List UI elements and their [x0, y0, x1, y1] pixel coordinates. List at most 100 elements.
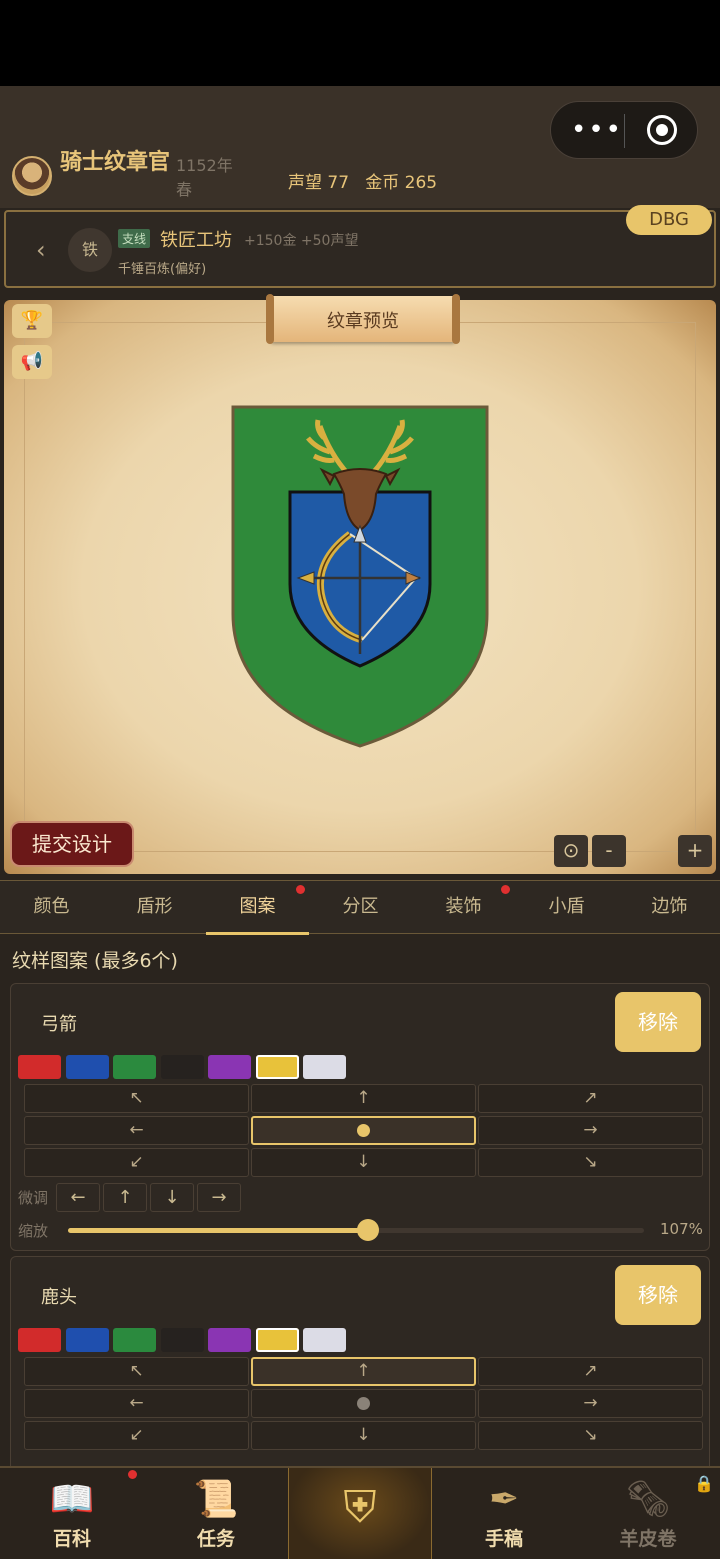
- color-swatch[interactable]: [255, 1055, 299, 1079]
- center-target-icon[interactable]: ⊙: [554, 835, 588, 867]
- chevron-left-icon[interactable]: ‹: [36, 236, 46, 264]
- position-right-button[interactable]: →: [478, 1116, 703, 1145]
- tab-shield-shape[interactable]: 盾形: [103, 881, 206, 935]
- color-swatch[interactable]: [160, 1055, 204, 1079]
- nudge-down-button[interactable]: ↓: [150, 1183, 194, 1212]
- scale-slider-handle[interactable]: [356, 1219, 379, 1241]
- position-right-button[interactable]: →: [478, 1389, 703, 1418]
- tab-border[interactable]: 边饰: [618, 881, 720, 935]
- status-bar: [0, 0, 720, 86]
- tab-inescutcheon[interactable]: 小盾: [515, 881, 618, 935]
- color-swatch[interactable]: [160, 1328, 204, 1352]
- color-swatch[interactable]: [303, 1328, 346, 1352]
- nudge-up-button[interactable]: ↑: [103, 1183, 147, 1212]
- nav-label: 羊皮卷: [619, 1528, 677, 1550]
- position-bottom-left-button[interactable]: ↙: [24, 1148, 249, 1177]
- position-bottom-right-button[interactable]: ↘: [478, 1421, 703, 1450]
- position-top-button[interactable]: ↑: [251, 1084, 476, 1113]
- tab-divisions[interactable]: 分区: [309, 881, 412, 935]
- nudge-label: 微调: [18, 1189, 49, 1207]
- tab-color[interactable]: 颜色: [0, 881, 103, 935]
- position-top-left-button[interactable]: ↖: [24, 1357, 249, 1386]
- tab-ornaments[interactable]: 装饰: [412, 881, 515, 935]
- remove-charge-button[interactable]: 移除: [615, 1265, 701, 1325]
- submit-design-button[interactable]: 提交设计: [10, 821, 134, 867]
- position-bottom-right-button[interactable]: ↘: [478, 1148, 703, 1177]
- charge-name: 鹿头: [41, 1287, 77, 1308]
- scale-slider[interactable]: [68, 1219, 644, 1241]
- nav-encyclopedia-badge: [128, 1470, 137, 1479]
- bottom-nav: 📖 百科 📜 任务 ⛨ ✒ 手稿 🗞 羊皮卷 🔒: [0, 1466, 720, 1559]
- reputation-stat: 声望 77: [288, 173, 350, 193]
- quest-icon: 铁: [68, 228, 112, 272]
- zoom-in-button[interactable]: +: [678, 835, 712, 867]
- color-swatch[interactable]: [303, 1055, 346, 1079]
- nav-manuscripts[interactable]: ✒ 手稿: [432, 1468, 576, 1559]
- position-bottom-button[interactable]: ↓: [251, 1421, 476, 1450]
- nav-parchment[interactable]: 🗞 羊皮卷 🔒: [576, 1468, 720, 1559]
- close-miniprogram-button[interactable]: [647, 115, 677, 145]
- scale-slider-fill: [68, 1228, 368, 1233]
- position-top-button[interactable]: ↑: [251, 1357, 476, 1386]
- nudge-left-button[interactable]: ←: [56, 1183, 100, 1212]
- preview-title-scroll: 纹章预览: [266, 294, 460, 344]
- scale-value: 107%: [660, 1220, 703, 1238]
- charge-name: 弓箭: [41, 1014, 77, 1035]
- trophy-icon[interactable]: 🏆: [12, 304, 52, 338]
- tab-ornaments-badge: [501, 885, 510, 894]
- shield-cross-icon: ⛨: [343, 1482, 377, 1533]
- tab-charges[interactable]: 图案: [206, 881, 309, 935]
- quill-icon: ✒: [488, 1479, 520, 1520]
- nav-heraldry[interactable]: ⛨: [288, 1468, 432, 1559]
- color-swatch[interactable]: [113, 1328, 156, 1352]
- scroll-list-icon: 📜: [193, 1479, 239, 1520]
- debug-badge[interactable]: DBG: [626, 205, 712, 235]
- center-dot-icon: [357, 1123, 370, 1137]
- nav-quests[interactable]: 📜 任务: [144, 1468, 288, 1559]
- nav-label: 手稿: [484, 1528, 523, 1550]
- color-swatch[interactable]: [65, 1055, 109, 1079]
- color-swatch[interactable]: [113, 1055, 156, 1079]
- capsule-divider: [624, 114, 625, 148]
- avatar[interactable]: [12, 156, 52, 196]
- position-center-button[interactable]: [251, 1389, 476, 1418]
- color-swatch[interactable]: [18, 1328, 61, 1352]
- position-top-right-button[interactable]: ↗: [478, 1357, 703, 1386]
- scale-label: 缩放: [18, 1222, 49, 1240]
- lock-icon: 🔒: [694, 1474, 714, 1493]
- position-bottom-button[interactable]: ↓: [251, 1148, 476, 1177]
- color-swatch[interactable]: [208, 1055, 251, 1079]
- nav-encyclopedia[interactable]: 📖 百科: [0, 1468, 144, 1559]
- quest-subtitle: 千锤百炼(偏好): [118, 262, 207, 277]
- position-left-button[interactable]: ←: [24, 1116, 249, 1145]
- position-bottom-left-button[interactable]: ↙: [24, 1421, 249, 1450]
- more-menu-button[interactable]: •••: [571, 117, 623, 143]
- nav-label: 任务: [196, 1528, 235, 1550]
- position-left-button[interactable]: ←: [24, 1389, 249, 1418]
- resource-stats: 声望 77 金币 265: [288, 168, 437, 193]
- page-title: 骑士纹章官: [60, 150, 171, 175]
- remove-charge-button[interactable]: 移除: [615, 992, 701, 1052]
- nav-label: 百科: [52, 1528, 91, 1550]
- position-top-left-button[interactable]: ↖: [24, 1084, 249, 1113]
- quest-name: 铁匠工坊: [160, 230, 232, 251]
- position-center-button[interactable]: [251, 1116, 476, 1145]
- color-swatch[interactable]: [18, 1055, 61, 1079]
- quest-reward: +150金 +50声望: [244, 233, 359, 249]
- tab-charges-badge: [296, 885, 305, 894]
- miniprogram-capsule: •••: [550, 101, 698, 159]
- color-swatch[interactable]: [255, 1328, 299, 1352]
- gold-stat: 金币 265: [365, 173, 438, 193]
- color-swatch[interactable]: [65, 1328, 109, 1352]
- quest-type-tag: 支线: [118, 229, 151, 248]
- coat-of-arms: [231, 405, 489, 748]
- color-swatch[interactable]: [208, 1328, 251, 1352]
- preview-title: 纹章预览: [327, 311, 399, 332]
- quest-banner[interactable]: ‹ 铁 支线 铁匠工坊 +150金 +50声望 千锤百炼(偏好): [4, 210, 716, 288]
- game-date: 1152年春: [176, 156, 233, 199]
- megaphone-icon[interactable]: 📢: [12, 345, 52, 379]
- nudge-right-button[interactable]: →: [197, 1183, 241, 1212]
- position-top-right-button[interactable]: ↗: [478, 1084, 703, 1113]
- section-title: 纹样图案 (最多6个): [12, 950, 178, 972]
- zoom-out-button[interactable]: -: [592, 835, 626, 867]
